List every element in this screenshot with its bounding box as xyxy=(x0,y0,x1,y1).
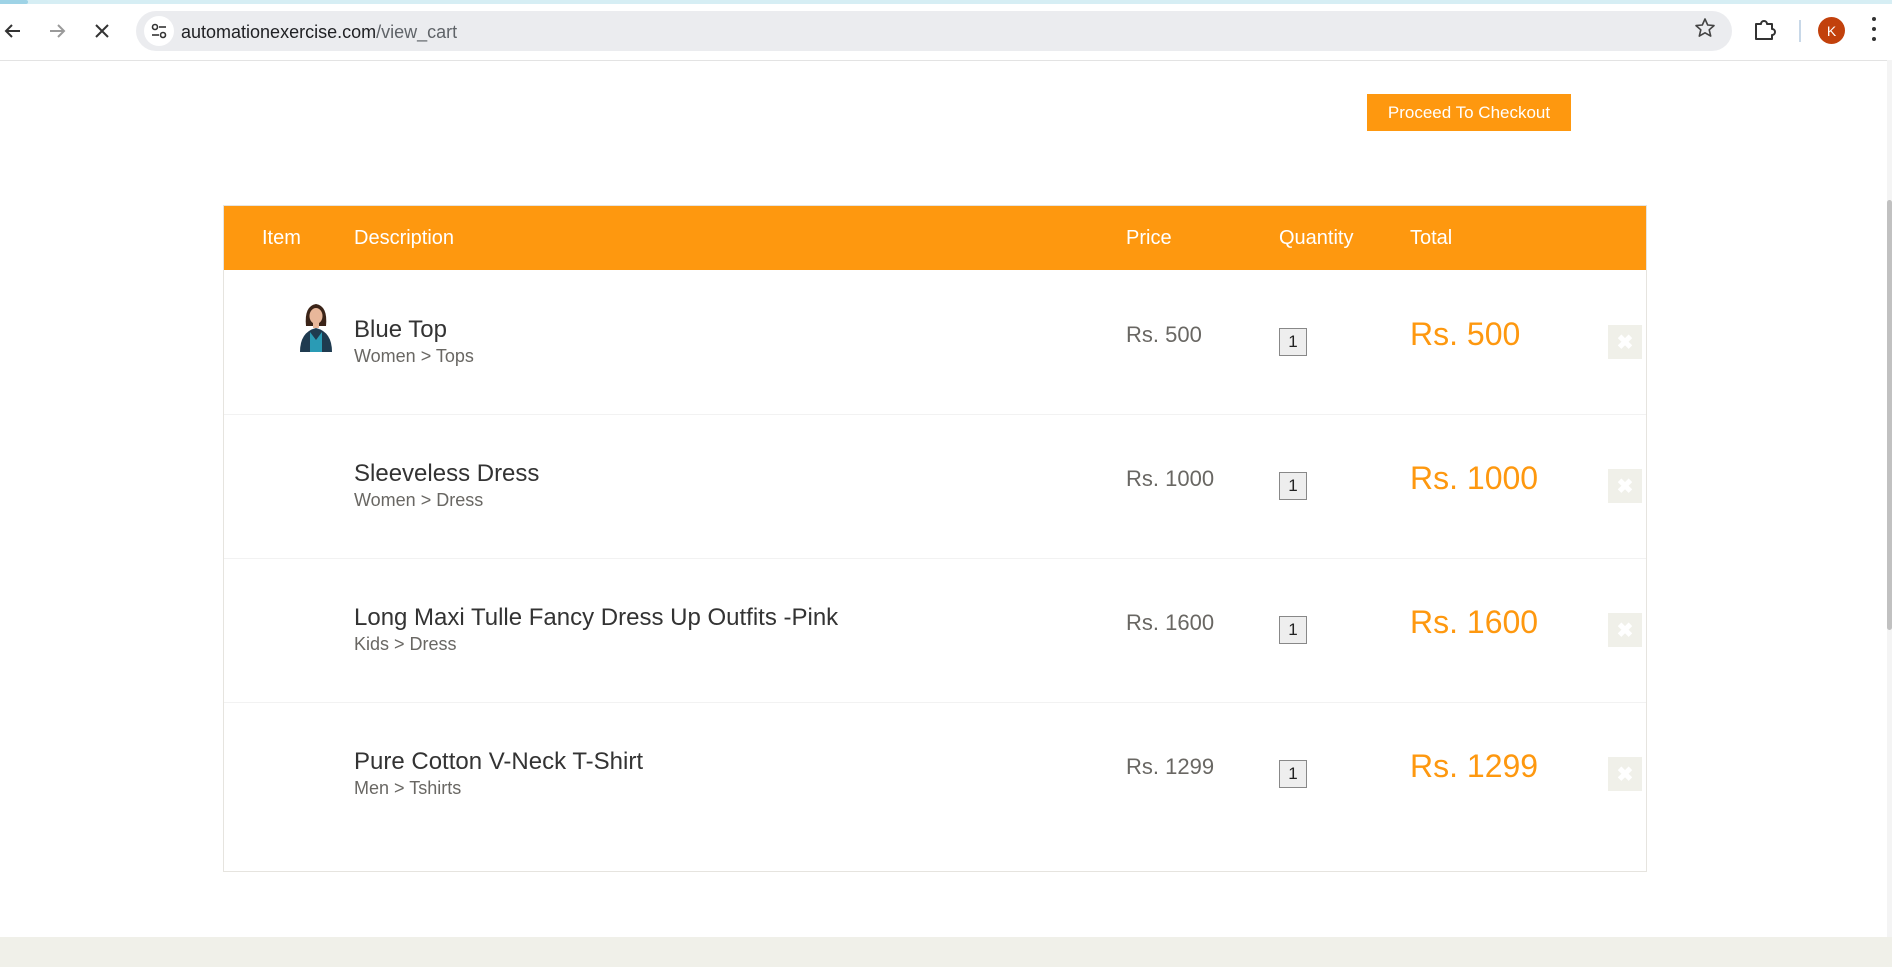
product-image[interactable] xyxy=(294,440,338,496)
quantity-box: 1 xyxy=(1279,616,1307,644)
close-icon: ✖ xyxy=(1616,331,1634,354)
page-load-progress xyxy=(0,0,1892,4)
puzzle-icon xyxy=(1755,20,1776,40)
header-total: Total xyxy=(1410,227,1453,249)
toolbar-divider xyxy=(1799,20,1801,42)
delete-item-button[interactable]: ✖ xyxy=(1608,613,1642,647)
header-quantity: Quantity xyxy=(1279,227,1354,249)
site-info-button[interactable] xyxy=(144,16,174,46)
product-name[interactable]: Sleeveless Dress xyxy=(354,460,539,488)
cart-row: Pure Cotton V-Neck T-Shirt Men > Tshirts… xyxy=(224,702,1646,846)
product-name[interactable]: Pure Cotton V-Neck T-Shirt xyxy=(354,748,643,776)
cart-row: Sleeveless Dress Women > Dress Rs. 1000 … xyxy=(224,414,1646,559)
product-category: Men > Tshirts xyxy=(354,778,462,798)
url-path: /view_cart xyxy=(376,22,458,42)
browser-toolbar: automationexercise.com/view_cart K xyxy=(0,0,1892,61)
quantity-box: 1 xyxy=(1279,760,1307,788)
product-category: Women > Tops xyxy=(354,346,474,366)
back-button[interactable] xyxy=(0,14,30,48)
product-price: Rs. 500 xyxy=(1126,322,1202,347)
extensions-button[interactable] xyxy=(1752,16,1780,44)
tune-icon xyxy=(151,23,167,39)
product-total: Rs. 1600 xyxy=(1410,604,1539,640)
product-image[interactable] xyxy=(294,728,338,784)
product-price: Rs. 1299 xyxy=(1126,754,1215,779)
delete-item-button[interactable]: ✖ xyxy=(1608,469,1642,503)
cart-table: Item Description Price Quantity Total Bl… xyxy=(223,205,1647,872)
arrow-left-icon xyxy=(4,24,20,38)
delete-item-button[interactable]: ✖ xyxy=(1608,325,1642,359)
product-category: Kids > Dress xyxy=(354,634,457,654)
close-icon xyxy=(95,24,109,38)
header-item: Item xyxy=(262,227,301,249)
cart-row: Blue Top Women > Tops Rs. 500 1 Rs. 500 … xyxy=(224,270,1646,415)
bookmark-button[interactable] xyxy=(1694,17,1716,46)
product-total: Rs. 1299 xyxy=(1410,748,1539,784)
product-image[interactable] xyxy=(294,296,338,352)
header-price: Price xyxy=(1126,227,1172,249)
product-total: Rs. 500 xyxy=(1410,316,1521,352)
header-description: Description xyxy=(354,227,455,249)
product-category: Women > Dress xyxy=(354,490,484,510)
close-icon: ✖ xyxy=(1616,619,1634,642)
product-photo-icon xyxy=(294,296,338,352)
quantity-box: 1 xyxy=(1279,328,1307,356)
product-name[interactable]: Long Maxi Tulle Fancy Dress Up Outfits -… xyxy=(354,604,838,632)
product-name[interactable]: Blue Top xyxy=(354,316,447,344)
url-text: automationexercise.com/view_cart xyxy=(181,22,457,43)
footer-strip xyxy=(0,937,1892,967)
arrow-right-icon xyxy=(50,24,66,38)
stop-loading-button[interactable] xyxy=(85,14,119,48)
cart-row: Long Maxi Tulle Fancy Dress Up Outfits -… xyxy=(224,558,1646,703)
product-price: Rs. 1000 xyxy=(1126,466,1215,491)
url-domain: automationexercise.com xyxy=(181,22,377,42)
forward-button[interactable] xyxy=(40,14,74,48)
delete-item-button[interactable]: ✖ xyxy=(1608,757,1642,791)
profile-avatar[interactable]: K xyxy=(1818,17,1845,44)
proceed-to-checkout-button[interactable]: Proceed To Checkout xyxy=(1367,94,1571,131)
cart-table-header: Item Description Price Quantity Total xyxy=(224,206,1646,270)
quantity-box: 1 xyxy=(1279,472,1307,500)
star-icon xyxy=(1695,18,1715,37)
close-icon: ✖ xyxy=(1616,475,1634,498)
close-icon: ✖ xyxy=(1616,763,1634,786)
address-bar[interactable]: automationexercise.com/view_cart xyxy=(136,11,1732,51)
product-price: Rs. 1600 xyxy=(1126,610,1215,635)
product-total: Rs. 1000 xyxy=(1410,460,1539,496)
kebab-menu-icon[interactable] xyxy=(1868,14,1880,44)
scrollbar-thumb[interactable] xyxy=(1887,200,1892,630)
product-image[interactable] xyxy=(294,584,338,640)
